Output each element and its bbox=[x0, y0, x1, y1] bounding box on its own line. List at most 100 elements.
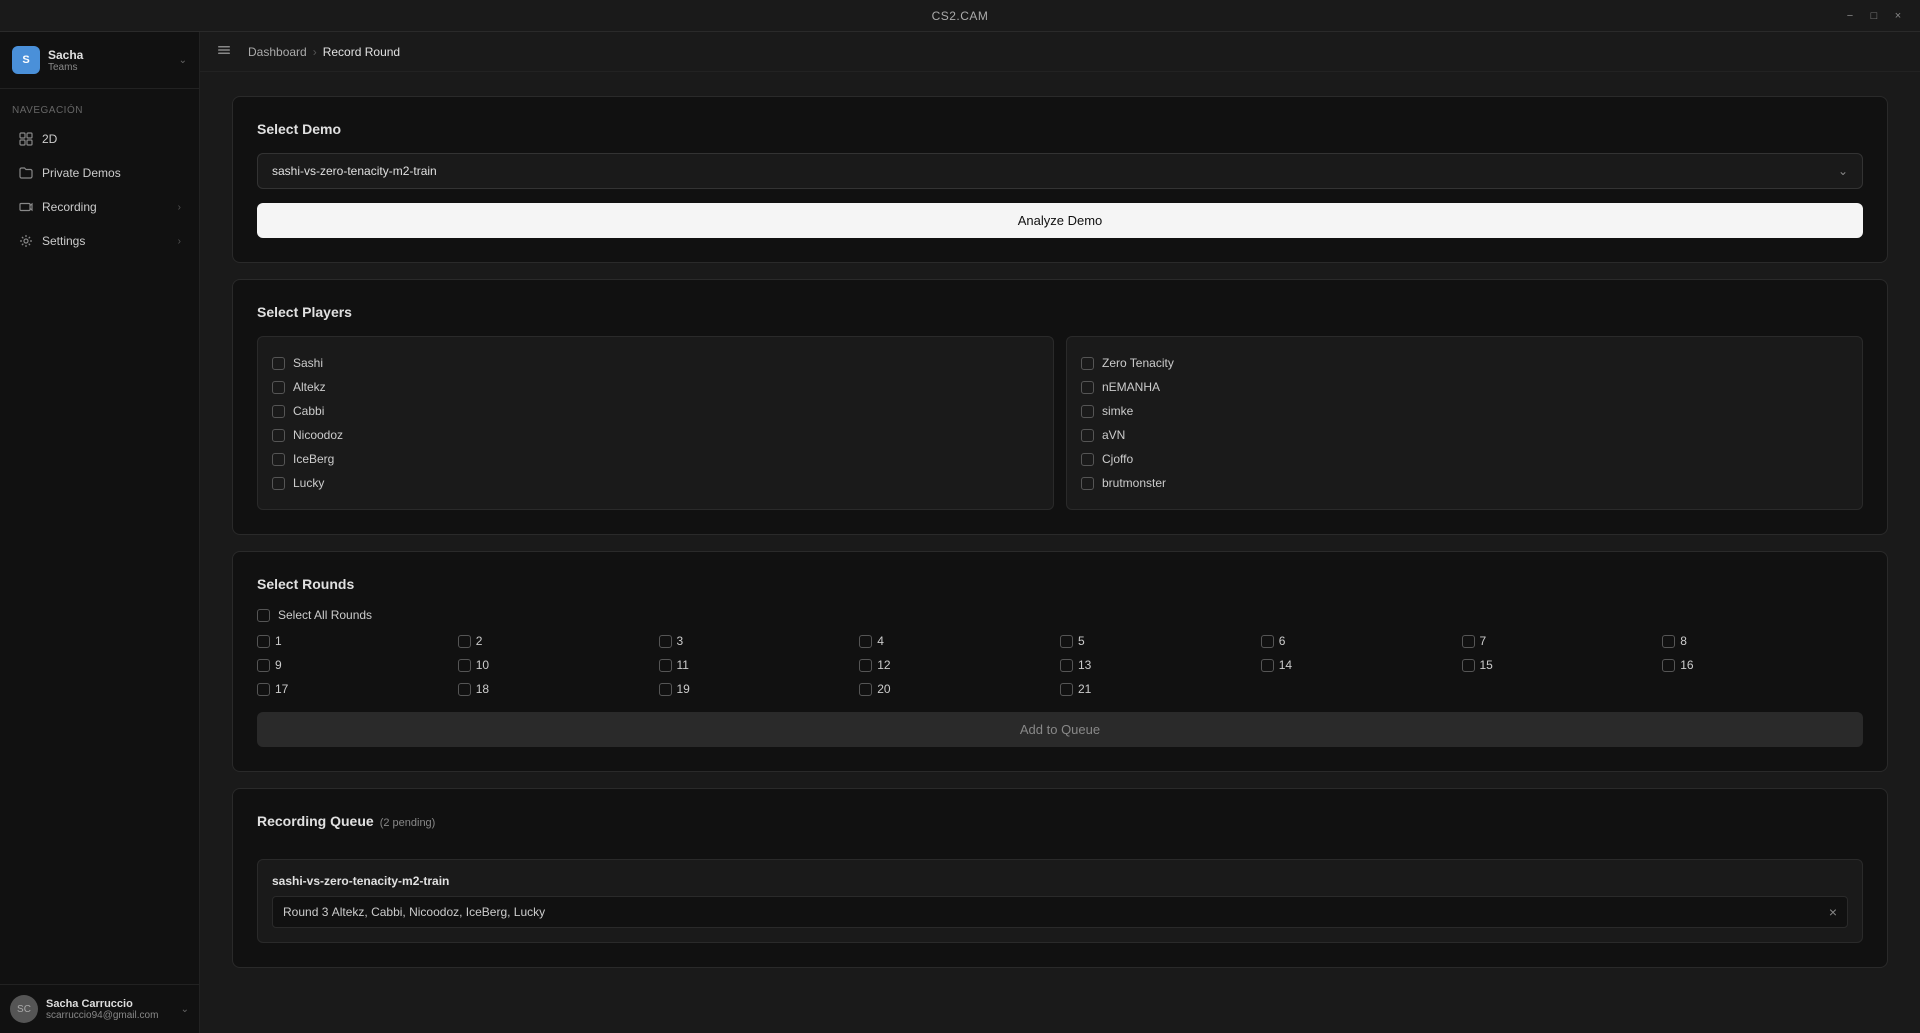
player-brutmonster-checkbox[interactable] bbox=[1081, 477, 1094, 490]
player-iceberg: IceBerg bbox=[272, 447, 1039, 471]
app-layout: S Sacha Teams ⌄ Navegación 2D bbox=[0, 32, 1920, 1033]
sidebar-item-label-private-demos: Private Demos bbox=[42, 166, 181, 180]
demo-select-chevron-icon: ⌄ bbox=[1838, 164, 1848, 178]
round-12-checkbox[interactable] bbox=[859, 659, 872, 672]
round-5-checkbox[interactable] bbox=[1060, 635, 1073, 648]
round-14-checkbox[interactable] bbox=[1261, 659, 1274, 672]
player-zero-tenacity-checkbox[interactable] bbox=[1081, 357, 1094, 370]
recording-queue-title: Recording Queue bbox=[257, 813, 374, 829]
round-8-checkbox[interactable] bbox=[1662, 635, 1675, 648]
round-9: 9 bbox=[257, 658, 458, 672]
round-4-checkbox[interactable] bbox=[859, 635, 872, 648]
player-avn-checkbox[interactable] bbox=[1081, 429, 1094, 442]
sidebar-item-2d[interactable]: 2D bbox=[6, 123, 193, 155]
round-2-checkbox[interactable] bbox=[458, 635, 471, 648]
round-3: 3 bbox=[659, 634, 860, 648]
player-zero-tenacity: Zero Tenacity bbox=[1081, 351, 1848, 375]
demo-select-dropdown[interactable]: sashi-vs-zero-tenacity-m2-train ⌄ bbox=[257, 153, 1863, 189]
player-altekz-name: Altekz bbox=[293, 380, 326, 394]
round-18-checkbox[interactable] bbox=[458, 683, 471, 696]
main-content: Dashboard › Record Round Select Demo sas… bbox=[200, 32, 1920, 1033]
round-16-checkbox[interactable] bbox=[1662, 659, 1675, 672]
player-lucky: Lucky bbox=[272, 471, 1039, 495]
player-iceberg-checkbox[interactable] bbox=[272, 453, 285, 466]
recording-queue-card: Recording Queue (2 pending) sashi-vs-zer… bbox=[232, 788, 1888, 968]
select-players-card: Select Players Sashi Altekz bbox=[232, 279, 1888, 535]
camera-icon bbox=[18, 199, 34, 215]
maximize-button[interactable]: □ bbox=[1868, 10, 1880, 22]
sidebar-toggle-button[interactable] bbox=[216, 42, 232, 61]
player-cjoffo-checkbox[interactable] bbox=[1081, 453, 1094, 466]
round-9-checkbox[interactable] bbox=[257, 659, 270, 672]
round-4: 4 bbox=[859, 634, 1060, 648]
round-19-checkbox[interactable] bbox=[659, 683, 672, 696]
sidebar-item-recording[interactable]: Recording › bbox=[6, 191, 193, 223]
sidebar-bottom: SC Sacha Carruccio scarruccio94@gmail.co… bbox=[0, 984, 199, 1033]
sidebar-item-settings[interactable]: Settings › bbox=[6, 225, 193, 257]
bottom-user[interactable]: SC Sacha Carruccio scarruccio94@gmail.co… bbox=[10, 995, 189, 1023]
add-to-queue-button[interactable]: Add to Queue bbox=[257, 712, 1863, 747]
round-3-checkbox[interactable] bbox=[659, 635, 672, 648]
round-21: 21 bbox=[1060, 682, 1261, 696]
player-altekz: Altekz bbox=[272, 375, 1039, 399]
round-6-checkbox[interactable] bbox=[1261, 635, 1274, 648]
minimize-button[interactable]: − bbox=[1844, 10, 1856, 22]
round-11-checkbox[interactable] bbox=[659, 659, 672, 672]
player-nemanha: nEMANHA bbox=[1081, 375, 1848, 399]
select-all-row: Select All Rounds bbox=[257, 608, 1863, 622]
round-17-checkbox[interactable] bbox=[257, 683, 270, 696]
player-cabbi-checkbox[interactable] bbox=[272, 405, 285, 418]
window-controls: − □ × bbox=[1844, 10, 1904, 22]
select-demo-title: Select Demo bbox=[257, 121, 1863, 137]
bottom-user-chevron-icon: ⌄ bbox=[181, 1004, 189, 1015]
select-demo-card: Select Demo sashi-vs-zero-tenacity-m2-tr… bbox=[232, 96, 1888, 263]
user-team: Teams bbox=[48, 62, 171, 73]
player-brutmonster-name: brutmonster bbox=[1102, 476, 1166, 490]
player-sashi: Sashi bbox=[272, 351, 1039, 375]
player-sashi-checkbox[interactable] bbox=[272, 357, 285, 370]
select-all-checkbox[interactable] bbox=[257, 609, 270, 622]
sidebar-user[interactable]: S Sacha Teams ⌄ bbox=[0, 32, 199, 89]
grid-icon bbox=[18, 131, 34, 147]
round-7: 7 bbox=[1462, 634, 1663, 648]
round-15-checkbox[interactable] bbox=[1462, 659, 1475, 672]
demo-select-value: sashi-vs-zero-tenacity-m2-train bbox=[272, 164, 437, 178]
round-11: 11 bbox=[659, 658, 860, 672]
player-nicoodoz-name: Nicoodoz bbox=[293, 428, 343, 442]
round-20-checkbox[interactable] bbox=[859, 683, 872, 696]
round-7-checkbox[interactable] bbox=[1462, 635, 1475, 648]
breadcrumb-record-round: Record Round bbox=[323, 45, 400, 59]
player-altekz-checkbox[interactable] bbox=[272, 381, 285, 394]
player-cjoffo-name: Cjoffo bbox=[1102, 452, 1133, 466]
breadcrumb-dashboard[interactable]: Dashboard bbox=[248, 45, 307, 59]
analyze-demo-button[interactable]: Analyze Demo bbox=[257, 203, 1863, 238]
rounds-grid: 1 2 3 4 5 6 7 8 9 10 11 12 13 14 15 16 1 bbox=[257, 634, 1863, 696]
round-2: 2 bbox=[458, 634, 659, 648]
breadcrumb-separator: › bbox=[313, 45, 317, 59]
close-button[interactable]: × bbox=[1892, 10, 1904, 22]
round-13-checkbox[interactable] bbox=[1060, 659, 1073, 672]
round-18: 18 bbox=[458, 682, 659, 696]
round-10: 10 bbox=[458, 658, 659, 672]
round-1-checkbox[interactable] bbox=[257, 635, 270, 648]
player-cabbi: Cabbi bbox=[272, 399, 1039, 423]
player-nicoodoz-checkbox[interactable] bbox=[272, 429, 285, 442]
player-simke-checkbox[interactable] bbox=[1081, 405, 1094, 418]
player-avn-name: aVN bbox=[1102, 428, 1125, 442]
round-19: 19 bbox=[659, 682, 860, 696]
content-area: Select Demo sashi-vs-zero-tenacity-m2-tr… bbox=[200, 72, 1920, 1033]
player-lucky-checkbox[interactable] bbox=[272, 477, 285, 490]
round-10-checkbox[interactable] bbox=[458, 659, 471, 672]
player-lucky-name: Lucky bbox=[293, 476, 324, 490]
round-21-checkbox[interactable] bbox=[1060, 683, 1073, 696]
round-13: 13 bbox=[1060, 658, 1261, 672]
select-players-title: Select Players bbox=[257, 304, 1863, 320]
user-chevron-icon: ⌄ bbox=[179, 55, 187, 66]
team2-players: Zero Tenacity nEMANHA simke aVN bbox=[1066, 336, 1863, 510]
player-nemanha-checkbox[interactable] bbox=[1081, 381, 1094, 394]
bottom-avatar: SC bbox=[10, 995, 38, 1023]
queue-round-close-button[interactable]: × bbox=[1829, 904, 1837, 920]
user-avatar: S bbox=[12, 46, 40, 74]
sidebar-item-private-demos[interactable]: Private Demos bbox=[6, 157, 193, 189]
select-rounds-card: Select Rounds Select All Rounds 1 2 3 4 … bbox=[232, 551, 1888, 772]
